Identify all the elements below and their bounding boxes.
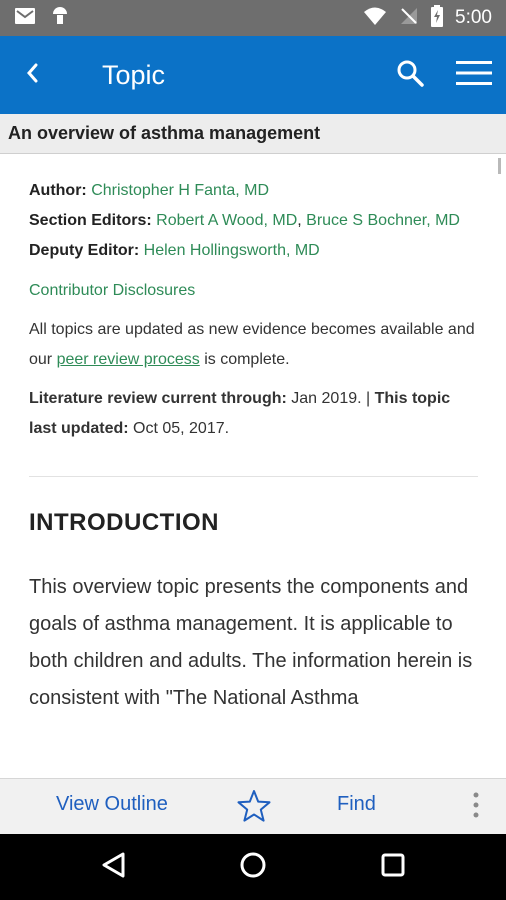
review-dates: Literature review current through: Jan 2… <box>29 384 478 444</box>
star-icon[interactable] <box>236 789 272 828</box>
nav-recents-button[interactable] <box>373 848 413 886</box>
search-button[interactable] <box>378 36 442 114</box>
search-icon <box>396 59 424 92</box>
square-recents-icon <box>380 852 406 883</box>
last-updated-date: Oct 05, 2017. <box>128 420 230 437</box>
deputy-editor-link[interactable]: Helen Hollingsworth, MD <box>144 242 320 259</box>
contributor-disclosures-link[interactable]: Contributor Disclosures <box>29 282 195 299</box>
gmail-icon <box>14 7 36 30</box>
find-button[interactable]: Find <box>337 793 376 816</box>
topic-content[interactable]: Author: Christopher H Fanta, MD Section … <box>0 154 506 778</box>
literature-review-label: Literature review current through: <box>29 390 287 407</box>
menu-button[interactable] <box>442 36 506 114</box>
author-link[interactable]: Christopher H Fanta, MD <box>91 182 269 199</box>
topic-header: An overview of asthma management <box>0 114 506 154</box>
status-bar: 5:00 <box>0 0 506 36</box>
divider <box>29 476 478 477</box>
view-outline-button[interactable]: View Outline <box>56 793 168 816</box>
status-time: 5:00 <box>455 7 492 28</box>
more-options-icon[interactable] <box>472 791 480 824</box>
deputy-editor-line: Deputy Editor: Helen Hollingsworth, MD <box>29 236 478 266</box>
app-bar: Topic <box>0 36 506 114</box>
section-editor-link[interactable]: Robert A Wood, MD <box>156 212 297 229</box>
back-button[interactable] <box>0 36 64 114</box>
section-editors-label: Section Editors: <box>29 212 152 229</box>
nav-home-button[interactable] <box>233 848 273 886</box>
section-heading: INTRODUCTION <box>29 509 219 536</box>
system-navigation-bar <box>0 834 506 900</box>
hamburger-menu-icon <box>456 60 492 91</box>
peer-review-link[interactable]: peer review process <box>57 351 200 368</box>
triangle-back-icon <box>100 851 126 884</box>
android-icon <box>50 5 70 32</box>
section-paragraph: This overview topic presents the compone… <box>29 576 473 709</box>
editor-separator: , <box>297 212 307 229</box>
notice-text-end: is complete. <box>199 351 290 368</box>
topic-title: An overview of asthma management <box>8 123 321 143</box>
nav-back-button[interactable] <box>93 848 133 886</box>
author-label: Author: <box>29 182 87 199</box>
circle-home-icon <box>238 850 268 885</box>
update-notice: All topics are updated as new evidence b… <box>29 315 478 375</box>
author-line: Author: Christopher H Fanta, MD <box>29 176 478 206</box>
literature-review-date: Jan 2019. | <box>286 390 375 407</box>
chevron-left-icon <box>25 62 39 89</box>
page-title: Topic <box>102 59 166 90</box>
battery-icon <box>431 4 444 32</box>
no-signal-icon <box>399 6 419 31</box>
scrollbar[interactable] <box>498 158 501 174</box>
wifi-icon <box>363 6 387 31</box>
deputy-editor-label: Deputy Editor: <box>29 242 140 259</box>
section-editor-link[interactable]: Bruce S Bochner, MD <box>306 212 460 229</box>
bottom-action-bar: View Outline Find <box>0 778 506 834</box>
section-editors-line: Section Editors: Robert A Wood, MD, Bruc… <box>29 206 478 236</box>
